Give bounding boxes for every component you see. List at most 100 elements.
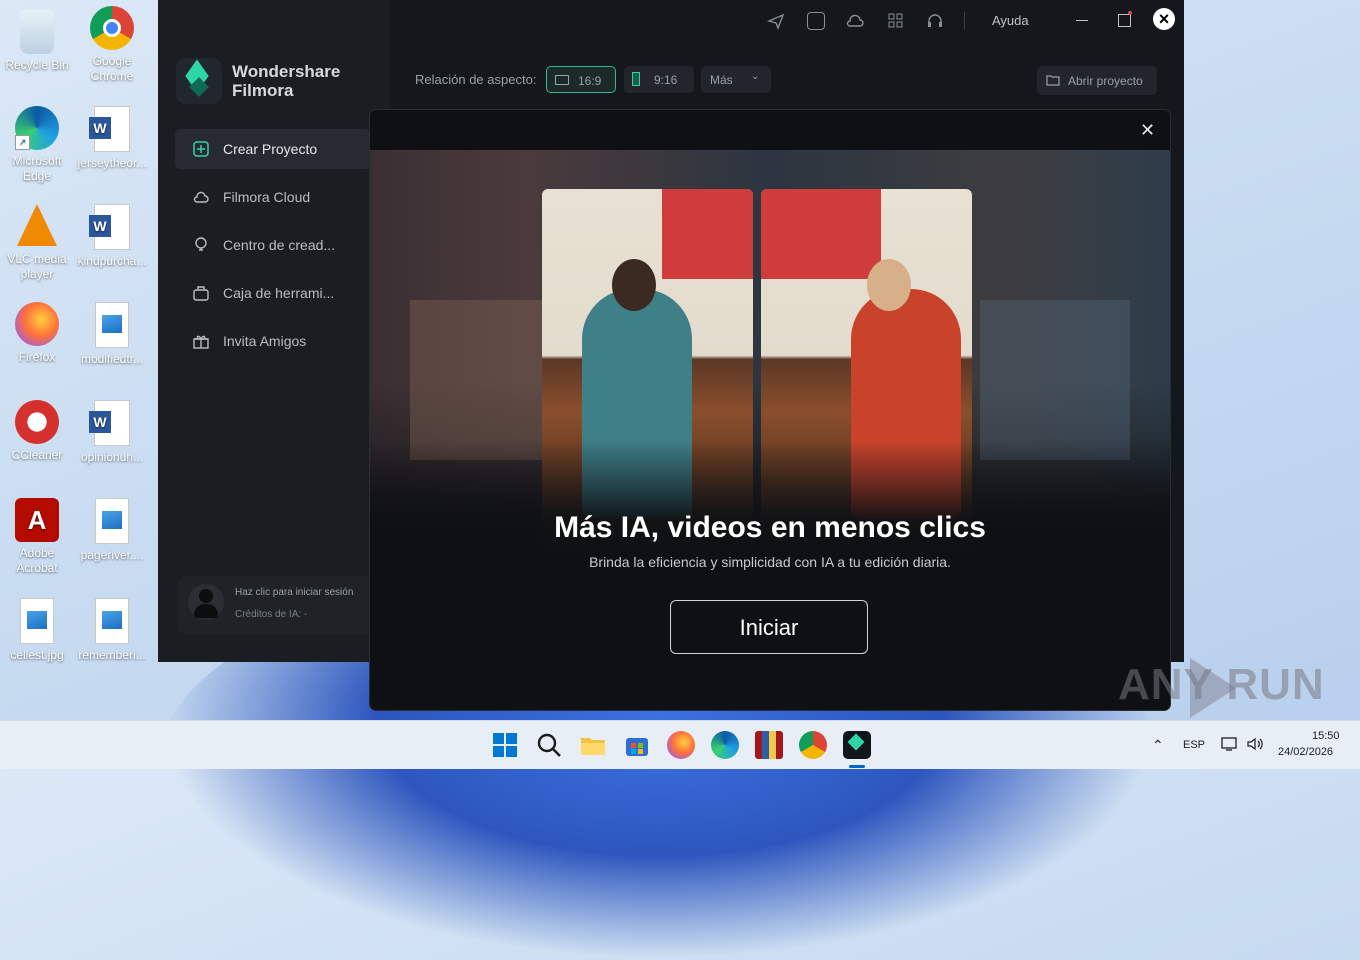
clock-time[interactable]: 15:50 [1312, 730, 1340, 742]
desktop-icon-firefox[interactable]: Firefox [1, 302, 73, 365]
aspect-more-dropdown[interactable]: Más ⌄ [701, 66, 771, 93]
notification-dot [1128, 11, 1132, 15]
store-icon[interactable] [623, 731, 651, 759]
nav-label: Centro de cread... [223, 237, 336, 253]
ai-promo-modal: ✕ Más IA, videos en menos clics Brinda l… [370, 110, 1170, 710]
desktop-icon-label: VLC media player [7, 252, 67, 281]
document-icon[interactable] [807, 12, 825, 30]
chevron-up-icon[interactable]: ⌃ [1152, 737, 1164, 754]
shortcut-arrow-icon: ↗ [15, 135, 30, 150]
toolbar-separator [964, 12, 965, 30]
desktop-icon-rememberi[interactable]: rememberi... [76, 598, 148, 663]
brand-line-1: Wondershare [232, 62, 341, 81]
grid-icon[interactable] [887, 12, 905, 30]
filmora-taskbar-icon[interactable] [843, 731, 871, 759]
desktop-icon-acrobat[interactable]: A Adobe Acrobat [1, 498, 73, 576]
desktop-icon-modifiedtr[interactable]: modifiedtr... [76, 302, 148, 367]
desktop-icon-kindpurcha[interactable]: kindpurcha... [76, 204, 148, 269]
send-icon[interactable] [766, 12, 785, 30]
network-icon[interactable] [1221, 736, 1239, 752]
cloud-upload-icon[interactable] [846, 12, 864, 30]
anyrun-watermark: ANY RUN [1118, 660, 1325, 709]
aspect-option-label: 9:16 [654, 73, 678, 87]
avatar[interactable] [188, 584, 224, 620]
hero-fade [370, 440, 1170, 570]
clock-date[interactable]: 24/02/2026 [1278, 746, 1333, 758]
modal-subtitle: Brinda la eficiencia y simplicidad con I… [589, 554, 951, 570]
image-file-icon [95, 302, 129, 348]
desktop-icon-label: kindpurcha... [77, 254, 147, 268]
hero-background-shelf [980, 300, 1130, 460]
desktop-icon-label: CCleaner [11, 448, 63, 462]
image-file-icon [95, 498, 129, 544]
brand-line-2: Filmora [232, 81, 294, 100]
chevron-down-icon: ⌄ [751, 71, 760, 82]
window-close-button[interactable]: × [1153, 8, 1175, 30]
aspect-option-label: 16:9 [578, 74, 602, 88]
word-document-icon [89, 400, 130, 446]
acrobat-icon: A [15, 498, 59, 542]
desktop-icon-recycle-bin[interactable]: Recycle Bin [1, 10, 73, 73]
help-menu[interactable]: Ayuda [992, 13, 1029, 28]
desktop-icon-label: pageriver.... [80, 548, 144, 562]
desktop-icon-label: Firefox [18, 350, 56, 364]
word-document-icon [89, 106, 130, 152]
desktop-icon-cellest[interactable]: cellest.jpg [1, 598, 73, 663]
desktop-icon-label: cellest.jpg [10, 648, 64, 662]
search-icon[interactable] [535, 731, 563, 759]
toolbox-icon [193, 286, 209, 301]
aspect-option-label: Más [710, 73, 733, 87]
taskbar: ⌃ ESP 15:50 24/02/2026 [0, 720, 1360, 769]
word-document-icon [89, 204, 130, 250]
desktop-icon-label: Microsoft Edge [12, 154, 62, 183]
open-project-button[interactable]: Abrir proyecto [1037, 66, 1157, 95]
desktop-icon-ccleaner[interactable]: CCleaner [1, 400, 73, 463]
winrar-icon[interactable] [755, 731, 783, 759]
login-panel[interactable]: Haz clic para iniciar sesión Créditos de… [178, 576, 378, 634]
gift-icon [193, 335, 209, 349]
desktop-icon-label: jerseytheor... [77, 156, 147, 170]
desktop-icon-jersey[interactable]: jerseytheor... [76, 106, 148, 171]
file-explorer-icon[interactable] [579, 731, 607, 759]
recycle-bin-icon [20, 10, 54, 54]
ccleaner-icon [15, 400, 59, 444]
open-project-label: Abrir proyecto [1068, 74, 1143, 88]
firefox-icon [15, 302, 59, 346]
brand-name: Wondershare Filmora [232, 62, 340, 100]
folder-icon [1046, 75, 1060, 86]
edge-icon[interactable] [711, 731, 739, 759]
language-indicator[interactable]: ESP [1183, 739, 1205, 751]
start-button[interactable]: Iniciar [670, 600, 868, 654]
desktop-icon-chrome[interactable]: Google Chrome [76, 6, 148, 84]
nav-crear-proyecto[interactable]: Crear Proyecto [175, 129, 371, 169]
minimize-button[interactable] [1076, 20, 1088, 21]
desktop-icon-edge[interactable]: ↗ Microsoft Edge [1, 106, 73, 184]
maximize-button[interactable] [1118, 14, 1131, 27]
desktop-icon-label: Recycle Bin [5, 58, 69, 72]
login-prompt[interactable]: Haz clic para iniciar sesión [235, 587, 353, 598]
cloud-icon [193, 191, 209, 203]
desktop-icon-pageriver[interactable]: pageriver.... [76, 498, 148, 563]
chrome-icon[interactable] [799, 731, 827, 759]
windows-start-icon[interactable] [491, 731, 519, 759]
desktop-icon-label: rememberi... [78, 648, 146, 662]
nav-centro-creadores[interactable]: Centro de cread... [175, 225, 371, 265]
nav-invita-amigos[interactable]: Invita Amigos [175, 321, 385, 361]
modal-title: Más IA, videos en menos clics [554, 511, 986, 544]
desktop-icon-vlc[interactable]: VLC media player [1, 204, 73, 282]
filmora-sidebar: Wondershare Filmora Crear Proyecto Filmo… [158, 0, 390, 662]
aspect-9-16-button[interactable]: 9:16 [624, 66, 694, 93]
desktop-icon-opinionun[interactable]: opinionun... [76, 400, 148, 465]
portrait-icon [632, 72, 640, 86]
modal-close-button[interactable]: ✕ [1140, 120, 1155, 141]
desktop-icon-label: Google Chrome [90, 54, 134, 83]
desktop-icon-label: Adobe Acrobat [16, 546, 58, 575]
nav-label: Filmora Cloud [223, 189, 311, 205]
aspect-16-9-button[interactable]: 16:9 [546, 66, 616, 93]
volume-icon[interactable] [1246, 736, 1264, 752]
nav-caja-herramientas[interactable]: Caja de herrami... [175, 273, 371, 313]
vlc-icon [15, 204, 59, 248]
firefox-icon[interactable] [667, 731, 695, 759]
headset-icon[interactable] [926, 12, 944, 30]
nav-filmora-cloud[interactable]: Filmora Cloud [175, 177, 385, 217]
